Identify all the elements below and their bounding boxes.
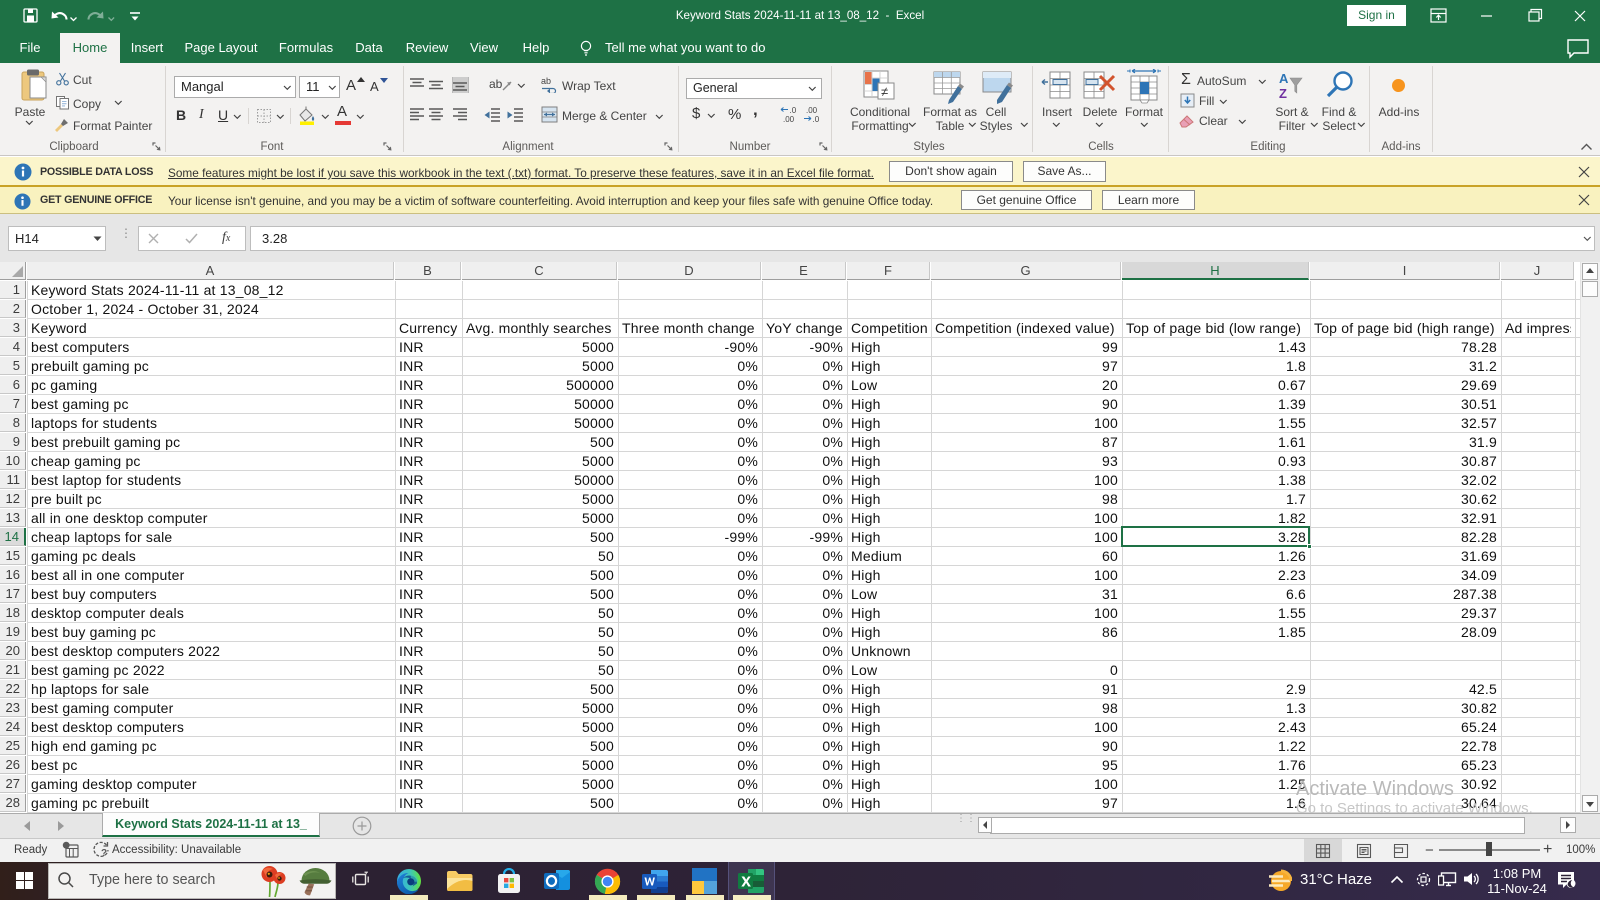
svg-text:.0: .0 (813, 115, 820, 123)
svg-text:.00: .00 (783, 115, 795, 123)
svg-text:?: ? (101, 848, 107, 859)
svg-text:≠: ≠ (881, 84, 888, 99)
svg-text:A: A (1279, 71, 1289, 86)
svg-text:ab: ab (489, 77, 503, 91)
svg-text:.00: .00 (806, 106, 818, 115)
svg-text:ab: ab (541, 76, 551, 86)
svg-text:.0: .0 (790, 106, 797, 115)
svg-text:Z: Z (1279, 86, 1287, 101)
